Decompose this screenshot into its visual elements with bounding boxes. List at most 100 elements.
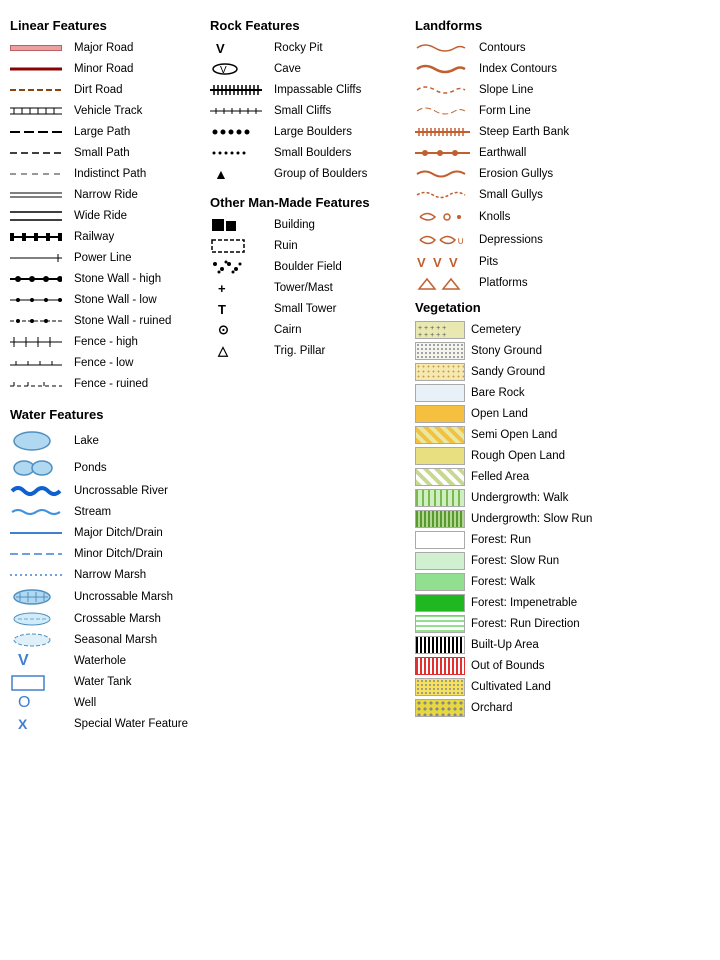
- label-trig-pillar: Trig. Pillar: [274, 345, 325, 357]
- label-crossable-marsh: Crossable Marsh: [74, 613, 161, 625]
- list-item: Bare Rock: [415, 384, 710, 402]
- label-stream: Stream: [74, 506, 111, 518]
- label-impassable-cliffs: Impassable Cliffs: [274, 84, 361, 96]
- label-cave: Cave: [274, 63, 301, 75]
- list-item: O Well: [10, 694, 205, 712]
- label-small-boulders: Small Boulders: [274, 147, 351, 159]
- label-cairn: Cairn: [274, 324, 301, 336]
- label-forest-walk: Forest: Walk: [471, 576, 535, 588]
- label-contours: Contours: [479, 42, 526, 54]
- label-earthwall: Earthwall: [479, 147, 526, 159]
- label-major-ditch: Major Ditch/Drain: [74, 527, 163, 539]
- label-forest-run-dir: Forest: Run Direction: [471, 618, 580, 630]
- list-item: Slope Line: [415, 81, 710, 99]
- label-sandy-ground: Sandy Ground: [471, 366, 545, 378]
- list-item: Earthwall: [415, 144, 710, 162]
- label-narrow-ride: Narrow Ride: [74, 189, 138, 201]
- list-item: Felled Area: [415, 468, 710, 486]
- label-rocky-pit: Rocky Pit: [274, 42, 323, 54]
- label-special-water: Special Water Feature: [74, 718, 188, 730]
- label-pits: Pits: [479, 256, 498, 268]
- list-item: Stone Wall - high: [10, 270, 205, 288]
- label-minor-road: Minor Road: [74, 63, 133, 75]
- label-narrow-marsh: Narrow Marsh: [74, 569, 146, 581]
- svg-text:+ + + + +: + + + + +: [418, 332, 446, 339]
- label-group-boulders: Group of Boulders: [274, 168, 367, 180]
- list-item: Lake: [10, 428, 205, 454]
- label-open-land: Open Land: [471, 408, 528, 420]
- label-semi-open-land: Semi Open Land: [471, 429, 557, 441]
- list-item: + Tower/Mast: [210, 279, 405, 297]
- list-item: Uncrossable River: [10, 482, 205, 500]
- list-item: △ Trig. Pillar: [210, 342, 405, 360]
- list-item: Fence - high: [10, 333, 205, 351]
- label-platforms: Platforms: [479, 277, 528, 289]
- list-item: Minor Road: [10, 60, 205, 78]
- list-item: V Rocky Pit: [210, 39, 405, 57]
- list-item: Building: [210, 216, 405, 234]
- label-seasonal-marsh: Seasonal Marsh: [74, 634, 157, 646]
- list-item: Steep Earth Bank: [415, 123, 710, 141]
- label-uncrossable-marsh: Uncrossable Marsh: [74, 591, 173, 603]
- list-item: Stone Wall - ruined: [10, 312, 205, 330]
- list-item: Uncrossable Marsh: [10, 587, 205, 607]
- label-cemetery: Cemetery: [471, 324, 521, 336]
- svg-text:∪: ∪: [457, 236, 464, 247]
- list-item: Fence - ruined: [10, 375, 205, 393]
- label-uncrossable-river: Uncrossable River: [74, 485, 168, 497]
- list-item: Power Line: [10, 249, 205, 267]
- list-item: Crossable Marsh: [10, 610, 205, 628]
- label-vehicle-track: Vehicle Track: [74, 105, 142, 117]
- label-undergrowth-walk: Undergrowth: Walk: [471, 492, 568, 504]
- label-stony-ground: Stony Ground: [471, 345, 542, 357]
- label-tower-mast: Tower/Mast: [274, 282, 333, 294]
- label-undergrowth-slow: Undergrowth: Slow Run: [471, 513, 592, 525]
- list-item: Forest: Slow Run: [415, 552, 710, 570]
- list-item: Small Gullys: [415, 186, 710, 204]
- label-ruin: Ruin: [274, 240, 298, 252]
- label-boulder-field: Boulder Field: [274, 261, 342, 273]
- list-item: Small Path: [10, 144, 205, 162]
- water-features-title: Water Features: [10, 407, 205, 422]
- label-erosion-gullys: Erosion Gullys: [479, 168, 553, 180]
- list-item: Impassable Cliffs: [210, 81, 405, 99]
- label-forest-impenetrable: Forest: Impenetrable: [471, 597, 577, 609]
- label-out-of-bounds: Out of Bounds: [471, 660, 545, 672]
- label-large-path: Large Path: [74, 126, 130, 138]
- label-ponds: Ponds: [74, 462, 107, 474]
- label-fence-ruined: Fence - ruined: [74, 378, 148, 390]
- label-cultivated-land: Cultivated Land: [471, 681, 551, 693]
- landforms-title: Landforms: [415, 18, 710, 33]
- label-large-boulders: Large Boulders: [274, 126, 352, 138]
- list-item: V Cave: [210, 60, 405, 78]
- svg-text:V: V: [417, 255, 426, 270]
- list-item: Fence - low: [10, 354, 205, 372]
- list-item: Seasonal Marsh: [10, 631, 205, 649]
- label-orchard: Orchard: [471, 702, 513, 714]
- list-item: V Waterhole: [10, 652, 205, 670]
- list-item: Small Boulders: [210, 144, 405, 162]
- list-item: + + + + + + + + + + Cemetery: [415, 321, 710, 339]
- manmade-features-title: Other Man-Made Features: [210, 195, 405, 210]
- list-item: Forest: Impenetrable: [415, 594, 710, 612]
- list-item: Ruin: [210, 237, 405, 255]
- label-water-tank: Water Tank: [74, 676, 132, 688]
- label-rough-open-land: Rough Open Land: [471, 450, 565, 462]
- list-item: Platforms: [415, 274, 710, 292]
- svg-text:+ + + + +: + + + + +: [418, 325, 446, 332]
- list-item: Undergrowth: Walk: [415, 489, 710, 507]
- list-item: Index Contours: [415, 60, 710, 78]
- label-stone-wall-high: Stone Wall - high: [74, 273, 161, 285]
- list-item: Small Cliffs: [210, 102, 405, 120]
- list-item: Large Boulders: [210, 123, 405, 141]
- list-item: Erosion Gullys: [415, 165, 710, 183]
- list-item: Dirt Road: [10, 81, 205, 99]
- list-item: Minor Ditch/Drain: [10, 545, 205, 563]
- label-stone-wall-low: Stone Wall - low: [74, 294, 157, 306]
- label-steep-earth-bank: Steep Earth Bank: [479, 126, 569, 138]
- list-item: Major Road: [10, 39, 205, 57]
- list-item: Cultivated Land: [415, 678, 710, 696]
- list-item: T Small Tower: [210, 300, 405, 318]
- label-railway: Railway: [74, 231, 114, 243]
- list-item: X Special Water Feature: [10, 715, 205, 733]
